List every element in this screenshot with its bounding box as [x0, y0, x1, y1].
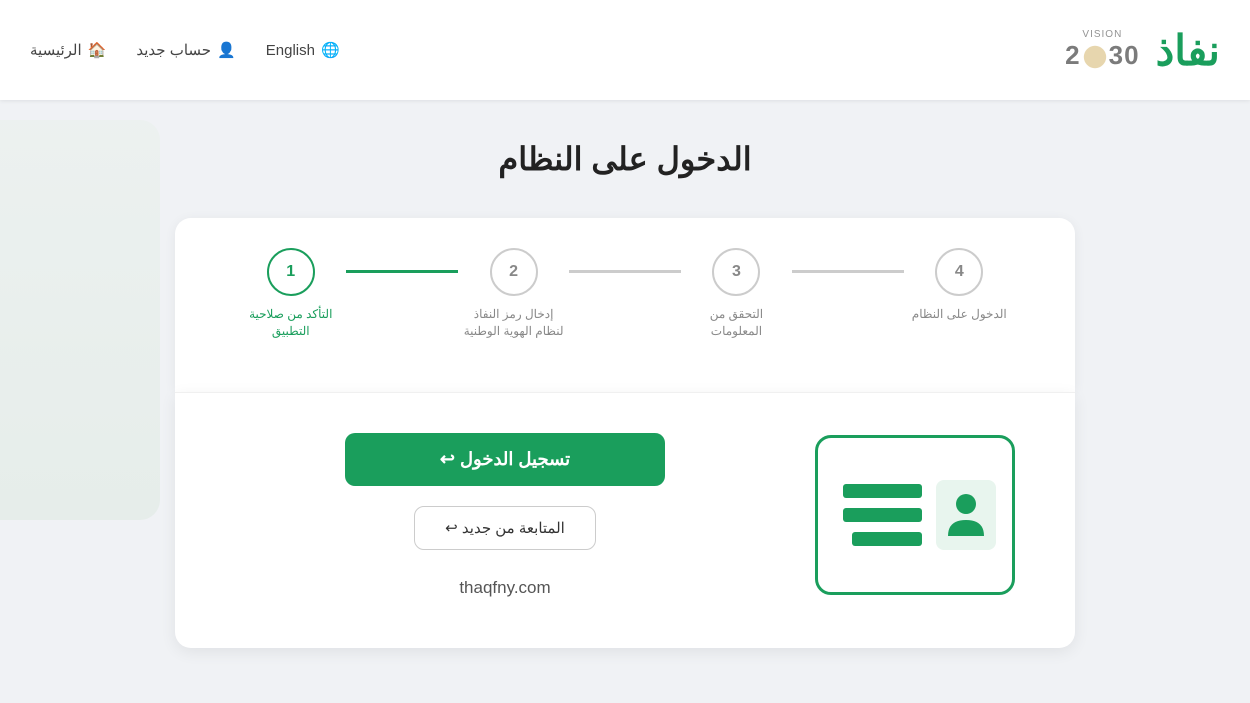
website-text: thaqfny.com: [459, 578, 550, 598]
step-2-number: 2: [509, 263, 518, 281]
step-1-circle: 1: [267, 248, 315, 296]
step-3-label: التحقق من المعلومات: [686, 306, 786, 340]
home-nav[interactable]: 🏠 الرئيسية: [30, 41, 106, 59]
step-1: 1 التأكد من صلاحية التطبيق: [235, 248, 346, 340]
bottom-section: تسجيل الدخول ↩ المتابعة من جديد ↩ thaqfn…: [175, 392, 1075, 648]
avatar-icon: [946, 490, 986, 540]
id-line-2: [843, 508, 922, 522]
connector-3-2: [569, 270, 680, 273]
step-4-number: 4: [955, 263, 964, 281]
connector-2-1: [346, 270, 457, 273]
user-icon: 👤: [217, 41, 236, 59]
vision-year-rest: 30: [1109, 40, 1140, 70]
connector-4-3: [792, 270, 903, 273]
step-4: 4 الدخول على النظام: [904, 248, 1015, 323]
id-card-illustration: [815, 435, 1015, 595]
steps-container: 4 الدخول على النظام 3 التحقق من المعلوما…: [175, 218, 1075, 392]
new-account-label: حساب جديد: [136, 41, 211, 59]
vision-logo: VISION 2 30: [1065, 29, 1139, 71]
login-button[interactable]: تسجيل الدخول ↩: [345, 433, 665, 486]
home-label: الرئيسية: [30, 41, 82, 59]
id-card-avatar: [936, 480, 996, 550]
step-1-label: التأكد من صلاحية التطبيق: [241, 306, 341, 340]
step-1-number: 1: [286, 263, 295, 281]
step-3: 3 التحقق من المعلومات: [681, 248, 792, 340]
actions-container: تسجيل الدخول ↩ المتابعة من جديد ↩ thaqfn…: [235, 433, 775, 598]
language-label: English: [266, 42, 315, 59]
step-2-label: إدخال رمز النفاذ لنظام الهوية الوطنية: [464, 306, 564, 340]
steps-track: 4 الدخول على النظام 3 التحقق من المعلوما…: [235, 248, 1015, 340]
header-nav: 🌐 English 👤 حساب جديد 🏠 الرئيسية: [30, 41, 340, 59]
header: 🌐 English 👤 حساب جديد 🏠 الرئيسية VISION …: [0, 0, 1250, 100]
step-2: 2 إدخال رمز النفاذ لنظام الهوية الوطنية: [458, 248, 569, 340]
vision-zero-icon: [1081, 43, 1109, 71]
step-3-circle: 3: [712, 248, 760, 296]
page-title: الدخول على النظام: [498, 140, 751, 178]
step-2-circle: 2: [490, 248, 538, 296]
home-icon: 🏠: [88, 41, 107, 59]
steps-and-content: 4 الدخول على النظام 3 التحقق من المعلوما…: [175, 218, 1075, 648]
step-4-circle: 4: [935, 248, 983, 296]
new-account-nav[interactable]: 👤 حساب جديد: [136, 41, 235, 59]
id-line-1: [843, 484, 922, 498]
step-3-number: 3: [732, 263, 741, 281]
id-card-container: [815, 435, 1015, 595]
vision-text: VISION: [1082, 29, 1122, 40]
globe-icon: 🌐: [321, 41, 340, 59]
language-selector[interactable]: 🌐 English: [266, 41, 340, 59]
logo-container: VISION 2 30 نفاذ: [1065, 26, 1220, 75]
retry-button[interactable]: المتابعة من جديد ↩: [414, 506, 596, 550]
id-line-3: [852, 532, 922, 546]
main-content: الدخول على النظام 4 الدخول على النظام: [0, 100, 1250, 668]
vision-year: 2 30: [1065, 40, 1139, 71]
vision-year-text: 2: [1065, 40, 1080, 70]
step-4-label: الدخول على النظام: [912, 306, 1007, 323]
id-card-lines: [834, 484, 922, 546]
nafath-logo: نفاذ: [1156, 26, 1220, 75]
